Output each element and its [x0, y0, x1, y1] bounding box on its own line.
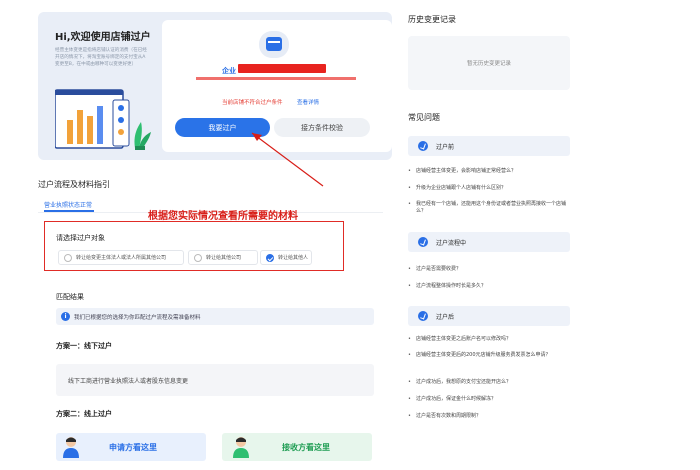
faq-item[interactable]: 过户成功后，我想原的支付宝还能开店么？: [408, 379, 573, 386]
faq-item[interactable]: 我已经有一个店铺，还能用这个身份证或者营业执照再接收一个店铺么？: [408, 201, 573, 215]
plan-online-title: 方案二：线上过户: [56, 410, 112, 418]
history-title: 历史变更记录: [408, 15, 456, 24]
faq-item[interactable]: 过户是否有次数和周期限制？: [408, 413, 573, 420]
info-icon: i: [61, 312, 70, 321]
faq-group-icon: [418, 141, 428, 151]
process-section-title: 过户流程及材料指引: [38, 180, 110, 189]
faq-item[interactable]: 过户流程整体操作时长是多久？: [408, 283, 573, 290]
view-details-link[interactable]: 查看详情: [297, 98, 319, 106]
option-other-person[interactable]: 转让给其他人: [260, 250, 312, 265]
faq-group-after[interactable]: 过户后: [408, 306, 570, 326]
faq-group-before[interactable]: 过户前: [408, 136, 570, 156]
faq-item[interactable]: 过户成功后，保证金什么时候解冻？: [408, 396, 573, 403]
store-type-label: 企业: [222, 67, 236, 75]
store-icon-body: [266, 37, 282, 51]
plan-offline-description: 线下工商进行营业执照法人或者股东信息变更: [56, 364, 374, 396]
select-target-label: 请选择过户对象: [56, 234, 105, 242]
faq-item[interactable]: 升级为企业店铺跟个人店铺有什么区别？: [408, 185, 573, 192]
tab-license-normal[interactable]: 营业执照状态正常: [44, 200, 92, 209]
match-result-title: 匹配结果: [56, 293, 84, 301]
applicant-guide-label: 申请方看这里: [109, 443, 157, 452]
faq-group-icon: [418, 237, 428, 247]
radio-checked-icon: [266, 254, 274, 262]
option-label: 转让给其他公司: [206, 255, 242, 261]
faq-title: 常见问题: [408, 113, 440, 122]
option-other-company[interactable]: 转让给其他公司: [188, 250, 258, 265]
faq-group-heading: 过户流程中: [436, 239, 467, 247]
radio-icon: [194, 254, 202, 262]
faq-group-heading: 过户前: [436, 143, 455, 151]
faq-item[interactable]: 店铺经营主体变更之后账户名可以修改吗？: [408, 336, 573, 343]
option-legal-entity-company[interactable]: 转让给变更主体法人或法人所属其他公司: [58, 250, 184, 265]
faq-item[interactable]: 店铺经营主体变更，会影响店铺正常经营么？: [408, 168, 573, 175]
welcome-description: 经营主体变更是指将店铺认证的消费（在已经开店的情况下，将淘宝账号绑定的支付宝从A…: [55, 48, 147, 67]
redacted-store-name: [238, 64, 326, 73]
transfer-button[interactable]: 我要过户: [175, 118, 270, 137]
option-label: 转让给变更主体法人或法人所属其他公司: [76, 255, 167, 261]
faq-item[interactable]: 过户是否需要收费？: [408, 266, 573, 273]
history-empty-state: 暂无历史变更记录: [408, 36, 570, 90]
eligibility-warning: 当前店铺不符合过户条件: [222, 100, 283, 106]
annotation-text: 根据您实际情况查看所需要的材料: [148, 211, 298, 222]
receiver-check-button[interactable]: 接方条件校验: [274, 118, 370, 137]
match-result-note: i 我们已根据您的选择为你匹配过户流程及需准备材料: [56, 308, 374, 325]
welcome-title: Hi,欢迎使用店铺过户: [55, 32, 151, 43]
radio-icon: [64, 254, 72, 262]
applicant-avatar-icon: [63, 437, 79, 458]
faq-group-heading: 过户后: [436, 313, 455, 321]
plan-offline-title: 方案一：线下过户: [56, 342, 112, 350]
faq-group-during[interactable]: 过户流程中: [408, 232, 570, 252]
faq-group-icon: [418, 311, 428, 321]
store-icon-band: [268, 41, 280, 43]
faq-item[interactable]: 店铺经营主体变更后的200元店铺升级服务费发票怎么申请？: [408, 352, 573, 359]
receiver-avatar-icon: [233, 437, 249, 458]
redaction-line: [196, 77, 356, 80]
option-label: 转让给其他人: [278, 255, 309, 261]
receiver-guide-label: 接收方看这里: [282, 443, 330, 452]
dashboard-illustration: [55, 89, 151, 150]
match-note-text: 我们已根据您的选择为你匹配过户流程及需准备材料: [74, 314, 201, 321]
